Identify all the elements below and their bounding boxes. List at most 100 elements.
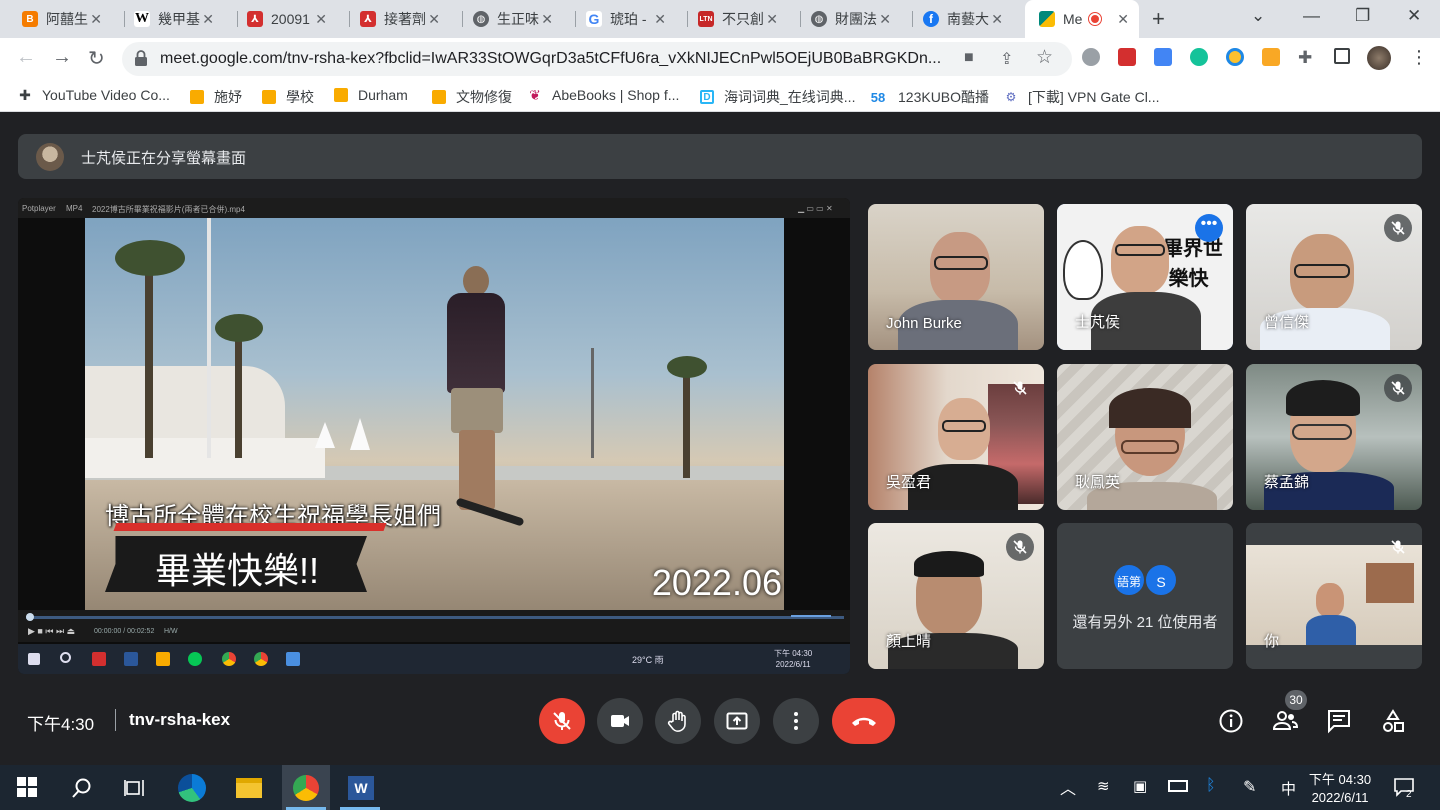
bookmark-dict[interactable]: D 海词词典_在线词典... [700,87,855,107]
close-icon[interactable]: ✕ [541,11,553,28]
volume-bar[interactable] [791,615,831,617]
hair [914,551,984,577]
input-language[interactable]: 中 [1281,778,1296,799]
file-explorer-icon[interactable] [236,778,262,798]
people-icon[interactable] [1271,708,1299,734]
bookmark-star-icon[interactable]: ☆ [1036,46,1053,69]
activities-icon[interactable] [1380,708,1406,734]
pdf-extension-icon[interactable] [1118,48,1136,66]
participant-tile[interactable]: 耿鳳英 [1057,364,1233,510]
bookmark-folder-durham[interactable]: Durham [334,87,408,103]
camera-icon[interactable]: ■ [964,49,974,67]
back-icon[interactable]: ← [16,46,36,69]
chrome-menu-icon[interactable]: ⋮ [1410,47,1428,68]
folder-icon [432,90,446,104]
participant-tile[interactable]: 蔡孟錦 [1246,364,1422,510]
chrome-icon[interactable] [293,775,319,801]
show-hidden-icons[interactable]: ︿ [1060,775,1076,799]
blogger-icon: B [22,11,38,27]
play-icon[interactable]: ▶ ■ ⏮ ⏭ ⏏ [28,626,75,637]
pen-icon[interactable]: ✎ [1243,777,1256,797]
speed-extension-icon[interactable] [1226,48,1244,66]
globe-extension-icon[interactable] [1082,48,1100,66]
seek-bar[interactable] [26,613,844,621]
minimize-icon[interactable]: — [1303,6,1320,26]
new-tab-button[interactable]: + [1152,6,1165,32]
other-participants-tile[interactable]: 語第 S 還有另外 21 位使用者 [1057,523,1233,669]
word-icon[interactable]: W [348,776,374,800]
tab-search-icon[interactable]: ⌄ [1251,6,1265,26]
search-icon[interactable] [71,777,93,799]
reload-icon[interactable]: ↻ [88,46,105,71]
present-screen-button[interactable] [714,698,760,744]
close-icon[interactable]: ✕ [315,11,327,28]
close-icon[interactable]: ✕ [654,11,666,28]
bookmark-folder-school[interactable]: 學校 [262,87,314,107]
more-options-button[interactable] [773,698,819,744]
participant-name: 耿鳳英 [1075,474,1121,491]
tab-google[interactable]: G 琥珀 - ✕ [564,0,676,38]
close-icon[interactable]: ✕ [90,11,102,28]
wifi-icon[interactable]: ≋ [1097,777,1110,795]
close-icon[interactable]: ✕ [766,11,778,28]
tab-wikipedia[interactable]: W 幾甲基 ✕ [112,0,224,38]
meeting-details-icon[interactable] [1218,708,1244,734]
close-icon[interactable]: ✕ [991,11,1003,28]
player-window-controls[interactable]: ▁ ▭ ▭ ✕ [798,204,833,213]
participant-tile[interactable]: John Burke [868,204,1044,350]
bookmark-vpn-gate[interactable]: ⚙ [下載] VPN Gate Cl... [1004,87,1160,107]
profile-avatar[interactable] [1367,46,1391,70]
tab-ltn[interactable]: LTN 不只創 ✕ [676,0,788,38]
tab-facebook[interactable]: f 南藝大 ✕ [901,0,1013,38]
mic-toggle-button[interactable] [539,698,585,744]
close-icon[interactable]: ✕ [879,11,891,28]
more-options-icon[interactable]: ••• [1195,214,1223,242]
edge-icon[interactable] [178,774,206,802]
window-close-icon[interactable]: ✕ [1407,6,1421,26]
raise-hand-button[interactable] [655,698,701,744]
meet-now-icon[interactable]: ▣ [1133,777,1147,795]
translate-extension-icon[interactable] [1154,48,1172,66]
palm-fronds [215,314,263,342]
self-view-tile[interactable]: 你 [1246,523,1422,669]
bookmark-folder-shiyu[interactable]: 施妤 [190,87,242,107]
tab-meet[interactable]: Me ✕ [1025,0,1139,38]
close-icon[interactable]: ✕ [202,11,214,28]
participant-tile[interactable]: 吳盈君 [868,364,1044,510]
extensions-puzzle-icon[interactable]: ✚ [1298,48,1312,68]
participant-tile[interactable]: 顏上晴 [868,523,1044,669]
skater-legs [459,430,495,510]
taskbar-clock[interactable]: 下午 04:30 2022/6/11 [1300,771,1380,807]
bluetooth-icon[interactable]: ᛒ [1206,777,1216,795]
leave-call-button[interactable] [832,698,895,744]
windows-start-icon[interactable] [17,777,37,797]
forward-icon[interactable]: → [52,46,72,69]
camera-toggle-button[interactable] [597,698,643,744]
bookmark-youtube-video[interactable]: ✚ YouTube Video Co... [18,87,170,104]
close-icon[interactable]: ✕ [428,11,440,28]
tab-globe-2[interactable]: ◍ 財團法 ✕ [789,0,901,38]
meet-icon [1039,11,1055,27]
chat-icon[interactable] [1326,708,1352,734]
tab-blogger[interactable]: B 阿囍生 ✕ [0,0,112,38]
battery-icon[interactable] [1168,780,1188,792]
player-titlebar: Potplayer MP4 2022博古所畢業祝福影片(兩者已合併).mp4 ▁… [18,198,850,218]
tampermonkey-extension-icon[interactable] [1262,48,1280,66]
close-icon[interactable]: ✕ [1117,11,1129,28]
shared-screen[interactable]: Potplayer MP4 2022博古所畢業祝福影片(兩者已合併).mp4 ▁… [18,198,850,674]
bookmark-folder-conservation[interactable]: 文物修復 [432,87,512,107]
dict-icon: D [700,90,714,104]
participant-tile-speaking[interactable]: 畢界世 樂快 ••• 士芃侯 [1057,204,1233,350]
tab-globe-1[interactable]: ◍ 生正味 ✕ [451,0,563,38]
task-view-icon[interactable] [124,777,146,799]
address-bar[interactable]: meet.google.com/tnv-rsha-kex?fbclid=IwAR… [122,42,1072,76]
bookmark-123kubo[interactable]: 58 123KUBO酷播 [868,87,989,107]
grammarly-extension-icon[interactable] [1190,48,1208,66]
tab-pdf-1[interactable]: ⅄ 20091 ✕ [225,0,337,38]
share-icon[interactable]: ⇪ [1000,49,1013,69]
tab-pdf-2[interactable]: ⅄ 接著劑 ✕ [338,0,450,38]
participant-tile[interactable]: 曾信傑 [1246,204,1422,350]
bookmark-abebooks[interactable]: ❦ AbeBooks | Shop f... [528,87,679,104]
side-panel-icon[interactable] [1334,48,1350,64]
restore-icon[interactable]: ❐ [1355,6,1370,26]
